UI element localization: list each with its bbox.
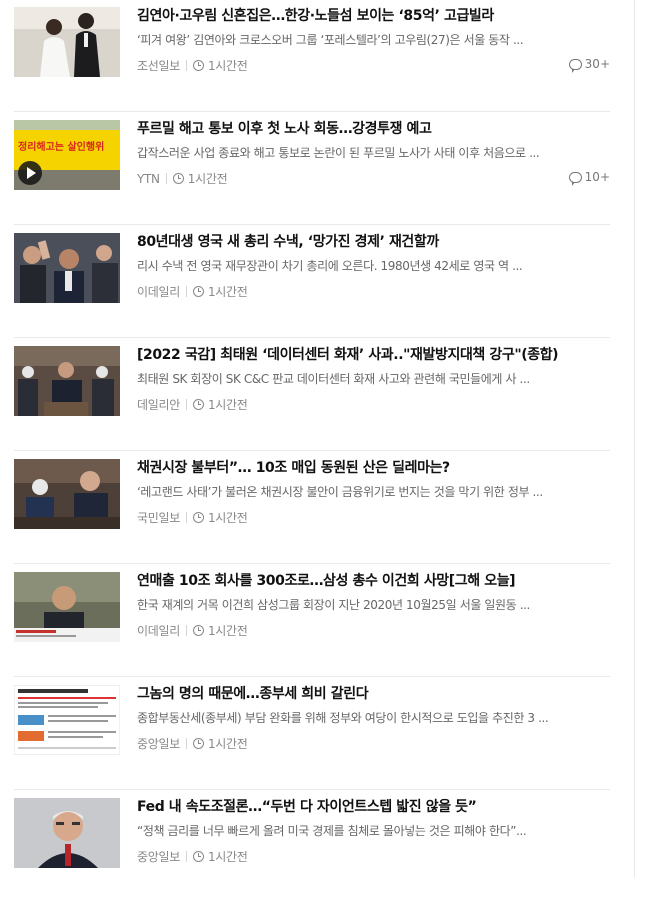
hearing-photo-icon (14, 346, 120, 416)
comment-count[interactable]: 30+ (568, 57, 610, 73)
article-title[interactable]: [2022 국감] 최태원 ‘데이터센터 화재’ 사과.."재발방지대책 강구"… (137, 344, 607, 364)
article-title[interactable]: 채권시장 불부터”… 10조 매입 동원된 산은 딜레마는? (137, 457, 607, 477)
clock-icon (192, 60, 204, 71)
meta-divider (185, 60, 187, 71)
clock-icon (192, 512, 204, 523)
comment-count-text: 30+ (584, 57, 610, 71)
article-time: 1시간전 (207, 59, 248, 73)
meta-divider (185, 625, 187, 636)
video-play-icon[interactable] (18, 161, 42, 185)
article-summary[interactable]: 한국 재계의 거목 이건희 삼성그룹 회장이 지난 2020년 10월25일 서… (137, 596, 592, 613)
press-name[interactable]: 이데일리 (137, 283, 180, 300)
press-name[interactable]: 조선일보 (137, 57, 180, 74)
article-title[interactable]: 80년대생 영국 새 총리 수낵, ‘망가진 경제’ 재건할까 (137, 231, 607, 251)
news-item[interactable]: 그놈의 명의 때문에…종부세 희비 갈린다 종합부동산세(종부세) 부담 완화를… (14, 678, 610, 790)
news-item[interactable]: 80년대생 영국 새 총리 수낵, ‘망가진 경제’ 재건할까 리시 수낵 전 … (14, 226, 610, 338)
article-thumbnail[interactable] (14, 7, 120, 77)
article-summary[interactable]: 리시 수낵 전 영국 재무장관이 차기 총리에 오른다. 1980년생 42세로… (137, 257, 592, 274)
article-meta: 조선일보 1시간전 (137, 57, 248, 74)
comment-count-text: 10+ (584, 170, 610, 184)
news-item[interactable]: [2022 국감] 최태원 ‘데이터센터 화재’ 사과.."재발방지대책 강구"… (14, 339, 610, 451)
article-title[interactable]: 연매출 10조 회사를 300조로…삼성 총수 이건희 사망[그해 오늘] (137, 570, 607, 590)
meta-divider (185, 851, 187, 862)
article-summary[interactable]: “정책 금리를 너무 빠르게 올려 미국 경제를 침체로 몰아넣는 것은 피해야… (137, 822, 592, 839)
article-title[interactable]: Fed 내 속도조절론…“두번 다 자이언트스텝 밟진 않을 듯” (137, 796, 607, 816)
article-title[interactable]: 그놈의 명의 때문에…종부세 희비 갈린다 (137, 683, 607, 703)
clock-icon (192, 399, 204, 410)
article-meta: 중앙일보 1시간전 (137, 735, 248, 752)
article-meta: 데일리안 1시간전 (137, 396, 248, 413)
article-time: 1시간전 (207, 624, 248, 638)
press-name[interactable]: 중앙일보 (137, 735, 180, 752)
press-name[interactable]: 데일리안 (137, 396, 180, 413)
meta-divider (185, 286, 187, 297)
meta-divider (185, 738, 187, 749)
news-item[interactable]: 정리해고는 살인행위 푸르밀 해고 통보 이후 첫 노사 회동…강경투쟁 예고 … (14, 113, 610, 225)
article-thumbnail[interactable] (14, 798, 120, 868)
meta-divider (185, 512, 187, 523)
article-time: 1시간전 (207, 737, 248, 751)
banner-text: 정리해고는 살인행위 (18, 140, 104, 153)
article-thumbnail[interactable] (14, 233, 120, 303)
comment-icon (568, 58, 582, 73)
clock-icon (192, 851, 204, 862)
news-item[interactable]: Fed 내 속도조절론…“두번 다 자이언트스텝 밟진 않을 듯” “정책 금리… (14, 791, 610, 903)
crowd-photo-icon (14, 233, 120, 303)
press-name[interactable]: 국민일보 (137, 509, 180, 526)
article-time: 1시간전 (187, 172, 228, 186)
article-title[interactable]: 김연아·고우림 신혼집은…한강·노들섬 보이는 ‘85억’ 고급빌라 (137, 5, 607, 25)
comment-icon (568, 171, 582, 186)
press-name[interactable]: 이데일리 (137, 622, 180, 639)
meta-divider (165, 173, 167, 184)
press-name[interactable]: YTN (137, 172, 160, 186)
portrait-photo-icon (14, 572, 120, 642)
news-item[interactable]: 김연아·고우림 신혼집은…한강·노들섬 보이는 ‘85억’ 고급빌라 ‘피겨 여… (14, 0, 610, 112)
article-title[interactable]: 푸르밀 해고 통보 이후 첫 노사 회동…강경투쟁 예고 (137, 118, 607, 138)
article-summary[interactable]: 종합부동산세(종부세) 부담 완화를 위해 정부와 여당이 한시적으로 도입을 … (137, 709, 592, 726)
infographic-icon (14, 685, 120, 755)
article-thumbnail[interactable]: 정리해고는 살인행위 (14, 120, 120, 190)
article-summary[interactable]: ‘피겨 여왕’ 김연아와 크로스오버 그룹 ‘포레스텔라’의 고우림(27)은 … (137, 31, 592, 48)
article-thumbnail[interactable] (14, 572, 120, 642)
news-item[interactable]: 채권시장 불부터”… 10조 매입 동원된 산은 딜레마는? ‘레고랜드 사태’… (14, 452, 610, 564)
news-item[interactable]: 연매출 10조 회사를 300조로…삼성 총수 이건희 사망[그해 오늘] 한국… (14, 565, 610, 677)
article-time: 1시간전 (207, 511, 248, 525)
press-name[interactable]: 중앙일보 (137, 848, 180, 865)
article-summary[interactable]: 최태원 SK 회장이 SK C&C 판교 데이터센터 화재 사고와 관련해 국민… (137, 370, 592, 387)
article-meta: 중앙일보 1시간전 (137, 848, 248, 865)
meeting-photo-icon (14, 459, 120, 529)
clock-icon (192, 625, 204, 636)
article-summary[interactable]: 갑작스러운 사업 종료와 해고 통보로 논란이 된 푸르밀 노사가 사태 이후 … (137, 144, 592, 161)
article-meta: 국민일보 1시간전 (137, 509, 248, 526)
comment-count[interactable]: 10+ (568, 170, 610, 186)
wedding-photo-icon (14, 7, 120, 77)
article-time: 1시간전 (207, 398, 248, 412)
article-meta: YTN 1시간전 (137, 170, 228, 187)
article-thumbnail[interactable] (14, 459, 120, 529)
article-thumbnail[interactable] (14, 685, 120, 755)
clock-icon (192, 738, 204, 749)
article-summary[interactable]: ‘레고랜드 사태’가 불러온 채권시장 불안이 금융위기로 번지는 것을 막기 … (137, 483, 592, 500)
article-meta: 이데일리 1시간전 (137, 622, 248, 639)
portrait-photo-icon (14, 798, 120, 868)
article-time: 1시간전 (207, 285, 248, 299)
article-thumbnail[interactable] (14, 346, 120, 416)
clock-icon (172, 173, 184, 184)
meta-divider (185, 399, 187, 410)
article-meta: 이데일리 1시간전 (137, 283, 248, 300)
article-time: 1시간전 (207, 850, 248, 864)
clock-icon (192, 286, 204, 297)
right-divider (634, 0, 635, 877)
